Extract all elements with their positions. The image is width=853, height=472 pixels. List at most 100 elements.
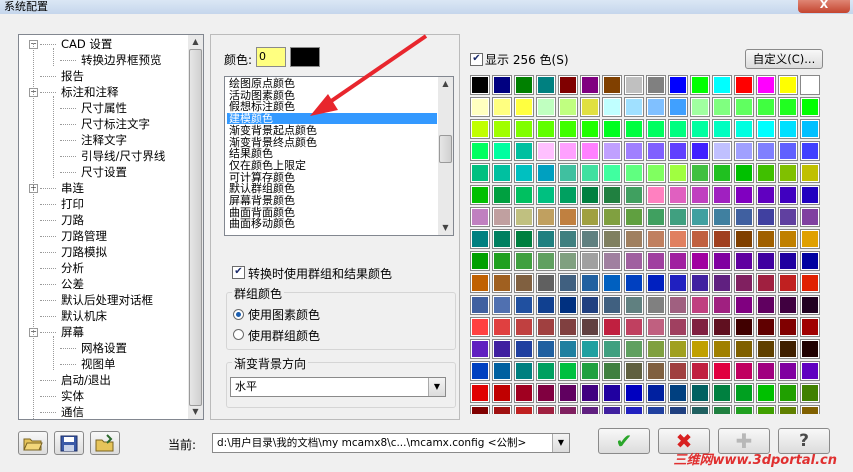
- color-swatch[interactable]: [756, 141, 776, 161]
- color-swatch[interactable]: [778, 75, 798, 95]
- color-swatch[interactable]: [470, 251, 490, 271]
- color-swatch[interactable]: [602, 75, 622, 95]
- color-swatch[interactable]: [624, 251, 644, 271]
- color-swatch[interactable]: [602, 207, 622, 227]
- color-swatch[interactable]: [646, 97, 666, 117]
- color-swatch[interactable]: [470, 273, 490, 293]
- color-swatch[interactable]: [734, 97, 754, 117]
- color-swatch[interactable]: [470, 229, 490, 249]
- color-swatch[interactable]: [800, 75, 820, 95]
- color-swatch[interactable]: [536, 163, 556, 183]
- color-swatch[interactable]: [668, 163, 688, 183]
- tree-item[interactable]: 启动/退出: [61, 372, 111, 388]
- color-swatch[interactable]: [690, 295, 710, 315]
- color-swatch[interactable]: [690, 141, 710, 161]
- chevron-down-icon[interactable]: ▼: [428, 378, 445, 396]
- tree-item[interactable]: 刀路管理: [61, 228, 107, 244]
- color-swatch[interactable]: [668, 339, 688, 359]
- color-swatch[interactable]: [514, 229, 534, 249]
- color-swatch[interactable]: [536, 251, 556, 271]
- color-swatch[interactable]: [580, 119, 600, 139]
- color-swatch[interactable]: [580, 251, 600, 271]
- color-swatch[interactable]: [492, 295, 512, 315]
- color-swatch[interactable]: [558, 361, 578, 381]
- color-swatch[interactable]: [558, 295, 578, 315]
- merge-config-button[interactable]: [90, 431, 120, 455]
- color-swatch[interactable]: [470, 207, 490, 227]
- color-swatch[interactable]: [800, 383, 820, 403]
- tree-scrollbar[interactable]: ▲ ▼: [188, 35, 203, 419]
- color-swatch[interactable]: [712, 229, 732, 249]
- color-swatch[interactable]: [558, 75, 578, 95]
- color-swatch[interactable]: [778, 273, 798, 293]
- color-swatch[interactable]: [602, 295, 622, 315]
- color-swatch[interactable]: [624, 405, 644, 414]
- color-swatch[interactable]: [492, 361, 512, 381]
- color-swatch[interactable]: [756, 75, 776, 95]
- color-swatch[interactable]: [580, 405, 600, 414]
- color-swatch[interactable]: [602, 251, 622, 271]
- color-swatch[interactable]: [800, 97, 820, 117]
- tree-item[interactable]: 尺寸设置: [81, 164, 127, 180]
- color-swatch[interactable]: [624, 383, 644, 403]
- tree-item[interactable]: 公差: [61, 276, 84, 292]
- color-swatch[interactable]: [800, 229, 820, 249]
- color-swatch[interactable]: [624, 339, 644, 359]
- color-swatch[interactable]: [690, 361, 710, 381]
- tree-item[interactable]: 网格设置: [81, 340, 127, 356]
- color-swatch[interactable]: [778, 405, 798, 414]
- color-swatch[interactable]: [580, 273, 600, 293]
- color-swatch[interactable]: [492, 251, 512, 271]
- color-swatch[interactable]: [492, 75, 512, 95]
- color-swatch[interactable]: [712, 273, 732, 293]
- color-swatch[interactable]: [690, 339, 710, 359]
- color-swatch[interactable]: [646, 317, 666, 337]
- color-swatch[interactable]: [558, 185, 578, 205]
- color-swatch[interactable]: [778, 295, 798, 315]
- color-swatch[interactable]: [536, 97, 556, 117]
- color-swatch[interactable]: [558, 163, 578, 183]
- color-swatch[interactable]: [690, 185, 710, 205]
- color-swatch[interactable]: [734, 273, 754, 293]
- color-swatch[interactable]: [470, 185, 490, 205]
- color-list-item[interactable]: 可计算存颜色: [229, 172, 295, 183]
- color-swatch[interactable]: [778, 361, 798, 381]
- color-swatch[interactable]: [668, 141, 688, 161]
- color-swatch[interactable]: [536, 295, 556, 315]
- color-swatch[interactable]: [668, 229, 688, 249]
- color-swatch[interactable]: [778, 251, 798, 271]
- color-swatch[interactable]: [712, 75, 732, 95]
- color-swatch[interactable]: [800, 185, 820, 205]
- color-number-field[interactable]: 0: [256, 47, 286, 67]
- color-swatch[interactable]: [492, 317, 512, 337]
- color-swatch[interactable]: [734, 295, 754, 315]
- tree-item[interactable]: 引导线/尺寸界线: [81, 148, 165, 164]
- color-swatch[interactable]: [800, 405, 820, 414]
- color-swatch[interactable]: [580, 361, 600, 381]
- color-swatch[interactable]: [492, 97, 512, 117]
- color-swatch[interactable]: [734, 383, 754, 403]
- color-swatch[interactable]: [668, 97, 688, 117]
- color-swatch[interactable]: [580, 295, 600, 315]
- color-swatch[interactable]: [536, 317, 556, 337]
- color-swatch[interactable]: [690, 405, 710, 414]
- color-swatch[interactable]: [690, 251, 710, 271]
- color-swatch[interactable]: [580, 163, 600, 183]
- color-swatch[interactable]: [668, 361, 688, 381]
- color-swatch[interactable]: [602, 339, 622, 359]
- color-swatch[interactable]: [470, 317, 490, 337]
- tree-item[interactable]: 转换边界框预览: [81, 52, 162, 68]
- custom-color-button[interactable]: 自定义(C)...: [745, 49, 823, 69]
- color-swatch[interactable]: [734, 75, 754, 95]
- tree-item[interactable]: 实体: [61, 388, 84, 404]
- color-swatch[interactable]: [470, 75, 490, 95]
- color-swatch[interactable]: [602, 141, 622, 161]
- color-swatch[interactable]: [646, 141, 666, 161]
- color-swatch[interactable]: [756, 185, 776, 205]
- color-swatch[interactable]: [470, 339, 490, 359]
- color-swatch[interactable]: [580, 383, 600, 403]
- save-config-button[interactable]: [54, 431, 84, 455]
- color-swatch[interactable]: [514, 273, 534, 293]
- color-swatch[interactable]: [756, 295, 776, 315]
- color-swatch[interactable]: [470, 361, 490, 381]
